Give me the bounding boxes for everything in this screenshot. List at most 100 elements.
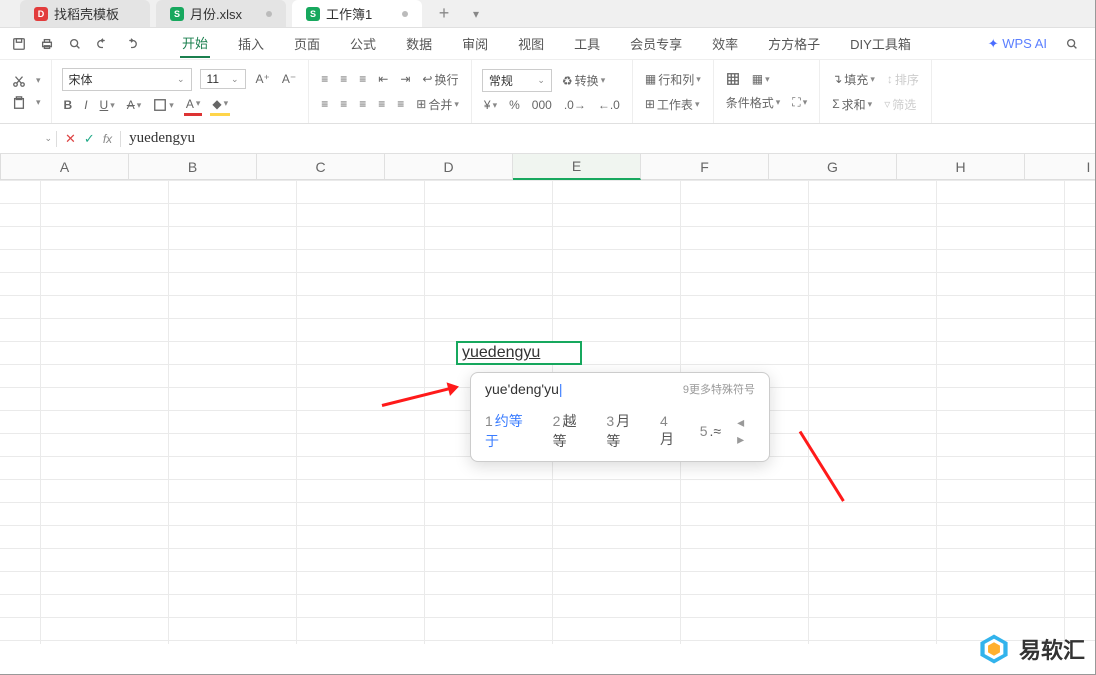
menu-review[interactable]: 审阅 — [460, 30, 490, 57]
align-middle-icon[interactable]: ≡ — [338, 70, 349, 88]
logo-icon — [977, 632, 1011, 666]
ime-pager[interactable]: ◂ ▸ — [737, 414, 755, 448]
underline-button[interactable]: U▾ — [98, 96, 117, 114]
menu-start[interactable]: 开始 — [180, 29, 210, 58]
save-icon[interactable] — [10, 35, 28, 53]
decrease-font-icon[interactable]: A⁻ — [280, 70, 298, 88]
spreadsheet-grid: A B C D E F G H I yuedengyu yue'deng'yu … — [0, 154, 1095, 644]
formula-input[interactable]: yuedengyu — [121, 130, 1087, 147]
ime-hint[interactable]: 9更多特殊符号 — [683, 381, 755, 397]
ime-cand-3[interactable]: 3月等 — [606, 411, 644, 451]
wrap-button[interactable]: ↩ 换行 — [420, 69, 460, 90]
align-bottom-icon[interactable]: ≡ — [357, 70, 368, 88]
font-color-button[interactable]: A▾ — [184, 95, 203, 116]
border-button[interactable]: ▾ — [151, 96, 176, 114]
cond-format-button[interactable]: 条件格式▾ — [724, 92, 783, 113]
currency-icon[interactable]: ¥▾ — [482, 96, 499, 114]
menu-tools[interactable]: 工具 — [572, 30, 602, 57]
menu-ffgz[interactable]: 方方格子 — [766, 30, 822, 57]
cells-area[interactable]: yuedengyu yue'deng'yu 9更多特殊符号 1约等于 2越等 3… — [0, 180, 1095, 644]
dec-dec-icon[interactable]: ←.0 — [596, 96, 622, 114]
sort-button[interactable]: ↕ 排序 — [885, 69, 921, 90]
menu-data[interactable]: 数据 — [404, 30, 434, 57]
tab-label: 找稻壳模板 — [54, 4, 119, 23]
document-tabs: D 找稻壳模板 S 月份.xlsx S 工作簿1 + ▾ — [0, 0, 1095, 28]
col-header-h[interactable]: H — [897, 154, 1025, 180]
col-header-g[interactable]: G — [769, 154, 897, 180]
bold-button[interactable]: B — [62, 96, 75, 114]
table-style-icon[interactable] — [724, 70, 742, 88]
undo-icon[interactable] — [94, 35, 112, 53]
menu-member[interactable]: 会员专享 — [628, 30, 684, 57]
search-icon[interactable] — [1063, 35, 1081, 53]
col-header-f[interactable]: F — [641, 154, 769, 180]
align-center-icon[interactable]: ≡ — [338, 95, 349, 113]
col-header-c[interactable]: C — [257, 154, 385, 180]
tab-file-2[interactable]: S 工作簿1 — [292, 0, 422, 27]
justify-icon[interactable]: ≡ — [376, 95, 387, 113]
ime-candidates: 1约等于 2越等 3月等 4月 5.≈ ◂ ▸ — [471, 405, 769, 461]
col-header-d[interactable]: D — [385, 154, 513, 180]
ime-cand-5[interactable]: 5.≈ — [700, 423, 721, 439]
redo-icon[interactable] — [122, 35, 140, 53]
ime-cand-2[interactable]: 2越等 — [553, 411, 591, 451]
watermark-text: 易软汇 — [1019, 633, 1085, 665]
active-cell-editor[interactable]: yuedengyu — [456, 341, 582, 365]
strike-button[interactable]: A▾ — [125, 96, 144, 114]
name-box[interactable]: ⌄ — [8, 133, 56, 144]
percent-icon[interactable]: % — [507, 96, 522, 114]
dec-inc-icon[interactable]: .0→ — [562, 96, 588, 114]
tab-templates[interactable]: D 找稻壳模板 — [20, 0, 150, 27]
filter-button[interactable]: ▿ 筛选 — [882, 94, 918, 115]
fx-icon[interactable]: fx — [103, 132, 112, 146]
number-format-select[interactable]: 常规⌄ — [482, 69, 552, 92]
wps-ai-button[interactable]: ✦ WPS AI — [988, 36, 1047, 52]
comma-icon[interactable]: 000 — [530, 96, 554, 114]
menu-bar: 开始 插入 页面 公式 数据 审阅 视图 工具 会员专享 效率 方方格子 DIY… — [0, 28, 1095, 60]
fill-button[interactable]: ↴ 填充▾ — [830, 69, 877, 90]
print-icon[interactable] — [38, 35, 56, 53]
tab-label: 工作簿1 — [326, 4, 372, 23]
col-header-i[interactable]: I — [1025, 154, 1095, 180]
indent-dec-icon[interactable]: ⇤ — [376, 70, 390, 88]
cancel-icon[interactable]: ✕ — [65, 131, 76, 147]
ime-cand-4[interactable]: 4月 — [660, 413, 684, 449]
font-name-select[interactable]: 宋体⌄ — [62, 68, 192, 91]
clipboard-group: ▾ ▾ — [0, 60, 52, 123]
tab-file-1[interactable]: S 月份.xlsx — [156, 0, 286, 27]
font-size-select[interactable]: 11⌄ — [200, 69, 246, 89]
sheet-icon: S — [306, 7, 320, 21]
align-right-icon[interactable]: ≡ — [357, 95, 368, 113]
rowcol-button[interactable]: ▦ 行和列▾ — [643, 69, 703, 90]
tab-list-button[interactable]: ▾ — [460, 0, 492, 27]
col-header-b[interactable]: B — [129, 154, 257, 180]
menu-view[interactable]: 视图 — [516, 30, 546, 57]
menu-page[interactable]: 页面 — [292, 30, 322, 57]
distribute-icon[interactable]: ≡ — [395, 95, 406, 113]
cut-icon[interactable] — [10, 72, 28, 90]
convert-button[interactable]: ♻ 转换▾ — [560, 70, 607, 91]
paste-icon[interactable] — [10, 94, 28, 112]
col-header-e[interactable]: E — [513, 154, 641, 180]
add-tab-button[interactable]: + — [428, 0, 460, 27]
italic-button[interactable]: I — [82, 96, 89, 114]
fill-color-button[interactable]: ◆▾ — [210, 95, 230, 116]
menu-insert[interactable]: 插入 — [236, 30, 266, 57]
ime-cand-1[interactable]: 1约等于 — [485, 411, 537, 451]
menu-formula[interactable]: 公式 — [348, 30, 378, 57]
merge-button[interactable]: ⊞ 合并▾ — [414, 94, 461, 115]
sum-button[interactable]: Σ 求和▾ — [830, 94, 874, 115]
col-header-a[interactable]: A — [1, 154, 129, 180]
preview-icon[interactable] — [66, 35, 84, 53]
cell-style-icon[interactable]: ▦▾ — [750, 70, 772, 88]
confirm-icon[interactable]: ✓ — [84, 131, 95, 147]
align-top-icon[interactable]: ≡ — [319, 70, 330, 88]
menu-diy[interactable]: DIY工具箱 — [848, 30, 913, 57]
sheet-icon: S — [170, 7, 184, 21]
indent-inc-icon[interactable]: ⇥ — [398, 70, 412, 88]
menu-efficiency[interactable]: 效率 — [710, 30, 740, 57]
expand-icon[interactable]: ⛶▾ — [790, 93, 809, 112]
align-left-icon[interactable]: ≡ — [319, 95, 330, 113]
increase-font-icon[interactable]: A⁺ — [254, 70, 272, 88]
worksheet-button[interactable]: ⊞ 工作表▾ — [643, 94, 702, 115]
